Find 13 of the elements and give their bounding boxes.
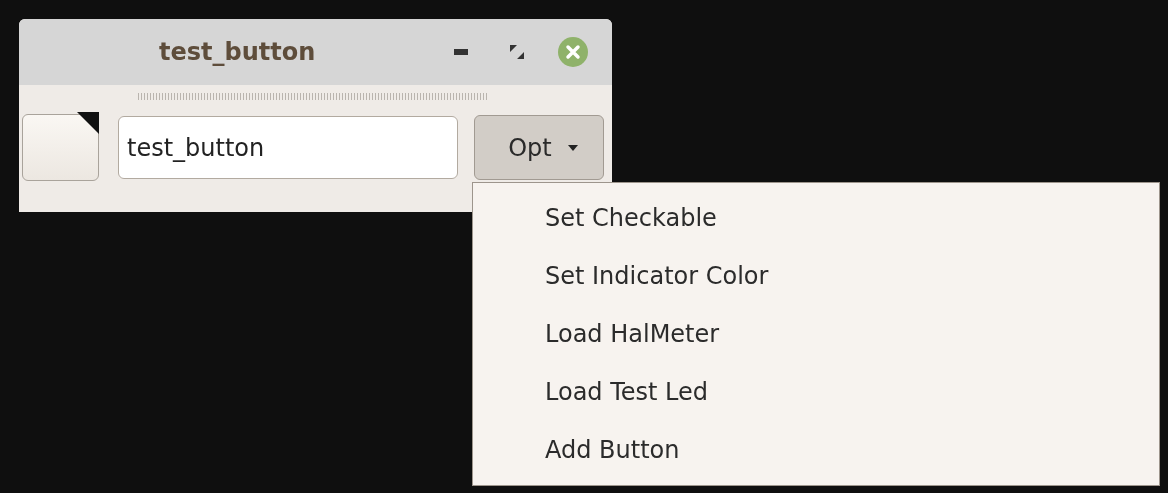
menu-item[interactable]: Add Button [473, 421, 1159, 479]
menu-item[interactable]: Set Checkable [473, 189, 1159, 247]
name-input-field[interactable]: test_button [118, 116, 458, 179]
indicator-corner-icon [77, 112, 99, 134]
window-title: test_button [159, 38, 316, 66]
menu-item[interactable]: Load Test Led [473, 363, 1159, 421]
menu-item[interactable]: Load HalMeter [473, 305, 1159, 363]
options-dropdown-button[interactable]: Opt [474, 115, 604, 180]
restore-icon[interactable] [510, 45, 524, 59]
close-icon[interactable] [558, 37, 588, 67]
caret-icon [567, 144, 578, 151]
indicator-button[interactable] [22, 114, 99, 181]
menu-item[interactable]: Set Indicator Color [473, 247, 1159, 305]
